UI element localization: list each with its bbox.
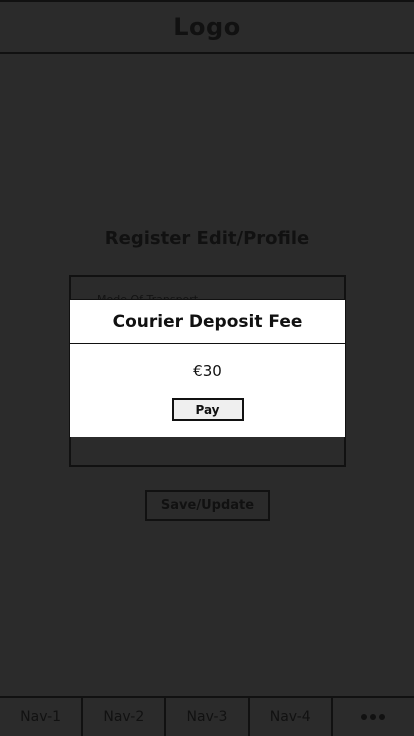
more-dot-icon bbox=[370, 714, 377, 720]
more-horizontal-icon bbox=[361, 714, 386, 720]
more-dot-icon bbox=[379, 714, 386, 720]
pay-button[interactable]: Pay bbox=[171, 398, 244, 421]
save-update-button[interactable]: Save/Update bbox=[145, 490, 270, 521]
modal-header: Courier Deposit Fee bbox=[70, 300, 345, 344]
more-dot-icon bbox=[361, 714, 368, 720]
modal-title: Courier Deposit Fee bbox=[112, 311, 303, 332]
nav-item-2[interactable]: Nav-2 bbox=[83, 698, 167, 736]
bottom-navigation: Nav-1 Nav-2 Nav-3 Nav-4 bbox=[0, 696, 414, 736]
nav-more-button[interactable] bbox=[333, 698, 414, 736]
modal-body: €30 Pay bbox=[70, 344, 345, 438]
nav-item-3[interactable]: Nav-3 bbox=[166, 698, 250, 736]
courier-deposit-modal: Courier Deposit Fee €30 Pay bbox=[69, 299, 346, 437]
nav-item-4[interactable]: Nav-4 bbox=[250, 698, 333, 736]
logo: Logo bbox=[173, 13, 241, 41]
page-title: Register Edit/Profile bbox=[104, 228, 310, 249]
deposit-amount: €30 bbox=[193, 362, 222, 380]
top-header: Logo bbox=[0, 0, 414, 54]
nav-item-1[interactable]: Nav-1 bbox=[0, 698, 84, 736]
